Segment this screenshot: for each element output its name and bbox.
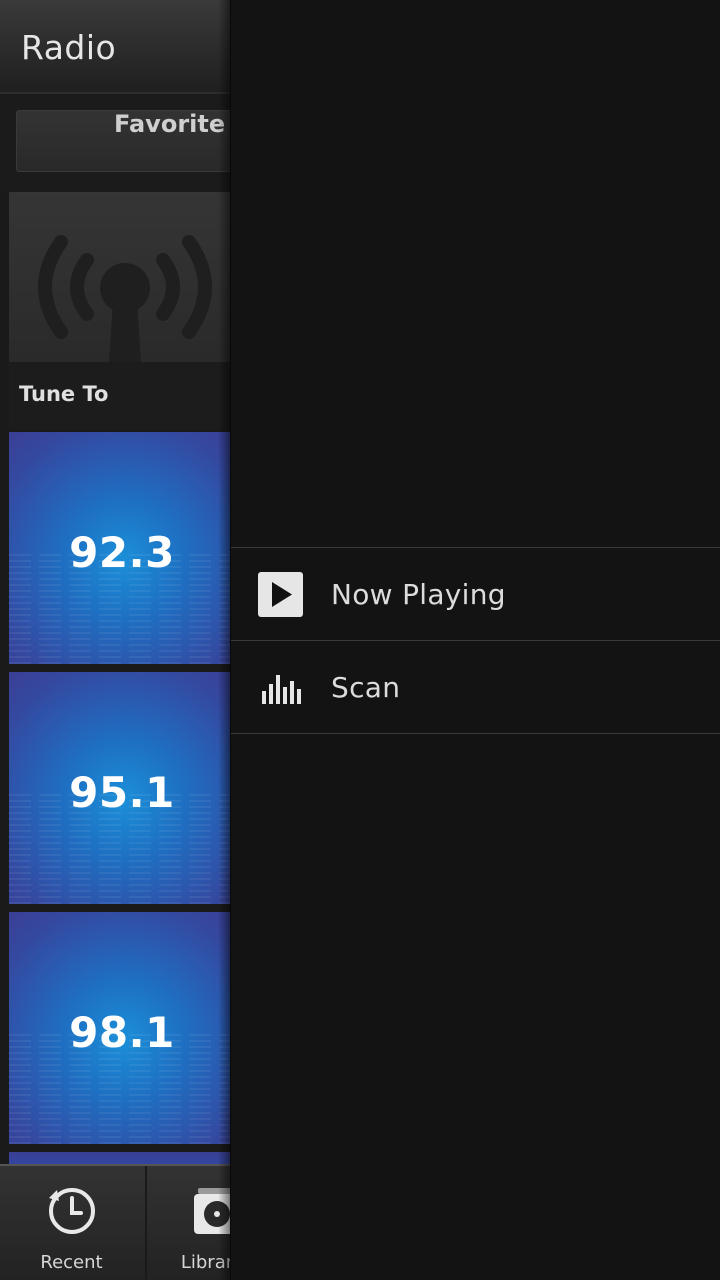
station-frequency: 92.3 [69, 528, 175, 577]
title-bar: Radio [0, 0, 230, 94]
tune-to-tile[interactable]: Tune To [9, 192, 230, 430]
library-tab-label: Librar [180, 1252, 230, 1273]
station-tile[interactable]: 95.1 [9, 672, 230, 904]
page-title: Radio [21, 28, 117, 67]
clock-history-icon [48, 1188, 95, 1234]
radio-app: Radio Favorite Tune To 92.3 95.1 98.1 Re… [0, 0, 720, 1280]
menu-item-label: Scan [331, 671, 401, 704]
recent-tab[interactable]: Recent [0, 1166, 143, 1280]
tune-to-label: Tune To [19, 382, 109, 406]
drawer-shadow [218, 0, 232, 1280]
equalizer-bars-icon [262, 675, 301, 704]
favorites-segment-label: Favorite [114, 110, 226, 138]
station-frequency: 95.1 [69, 768, 175, 817]
menu-item-now-playing[interactable]: Now Playing [231, 548, 720, 641]
recent-tab-label: Recent [40, 1252, 103, 1273]
menu-list: Now Playing Scan [231, 547, 720, 734]
main-screen: Radio Favorite Tune To 92.3 95.1 98.1 Re… [0, 0, 230, 1280]
menu-item-label: Now Playing [331, 578, 506, 611]
overflow-menu: Now Playing Scan [231, 0, 720, 1280]
menu-item-scan[interactable]: Scan [231, 641, 720, 734]
station-tile[interactable]: 92.3 [9, 432, 230, 664]
station-tile[interactable]: 98.1 [9, 912, 230, 1144]
station-frequency: 98.1 [69, 1008, 175, 1057]
segment-area: Favorite [0, 94, 230, 190]
play-icon [258, 572, 303, 617]
tune-to-artwork [9, 192, 230, 392]
bottom-action-bar: Recent Librar [0, 1164, 230, 1280]
